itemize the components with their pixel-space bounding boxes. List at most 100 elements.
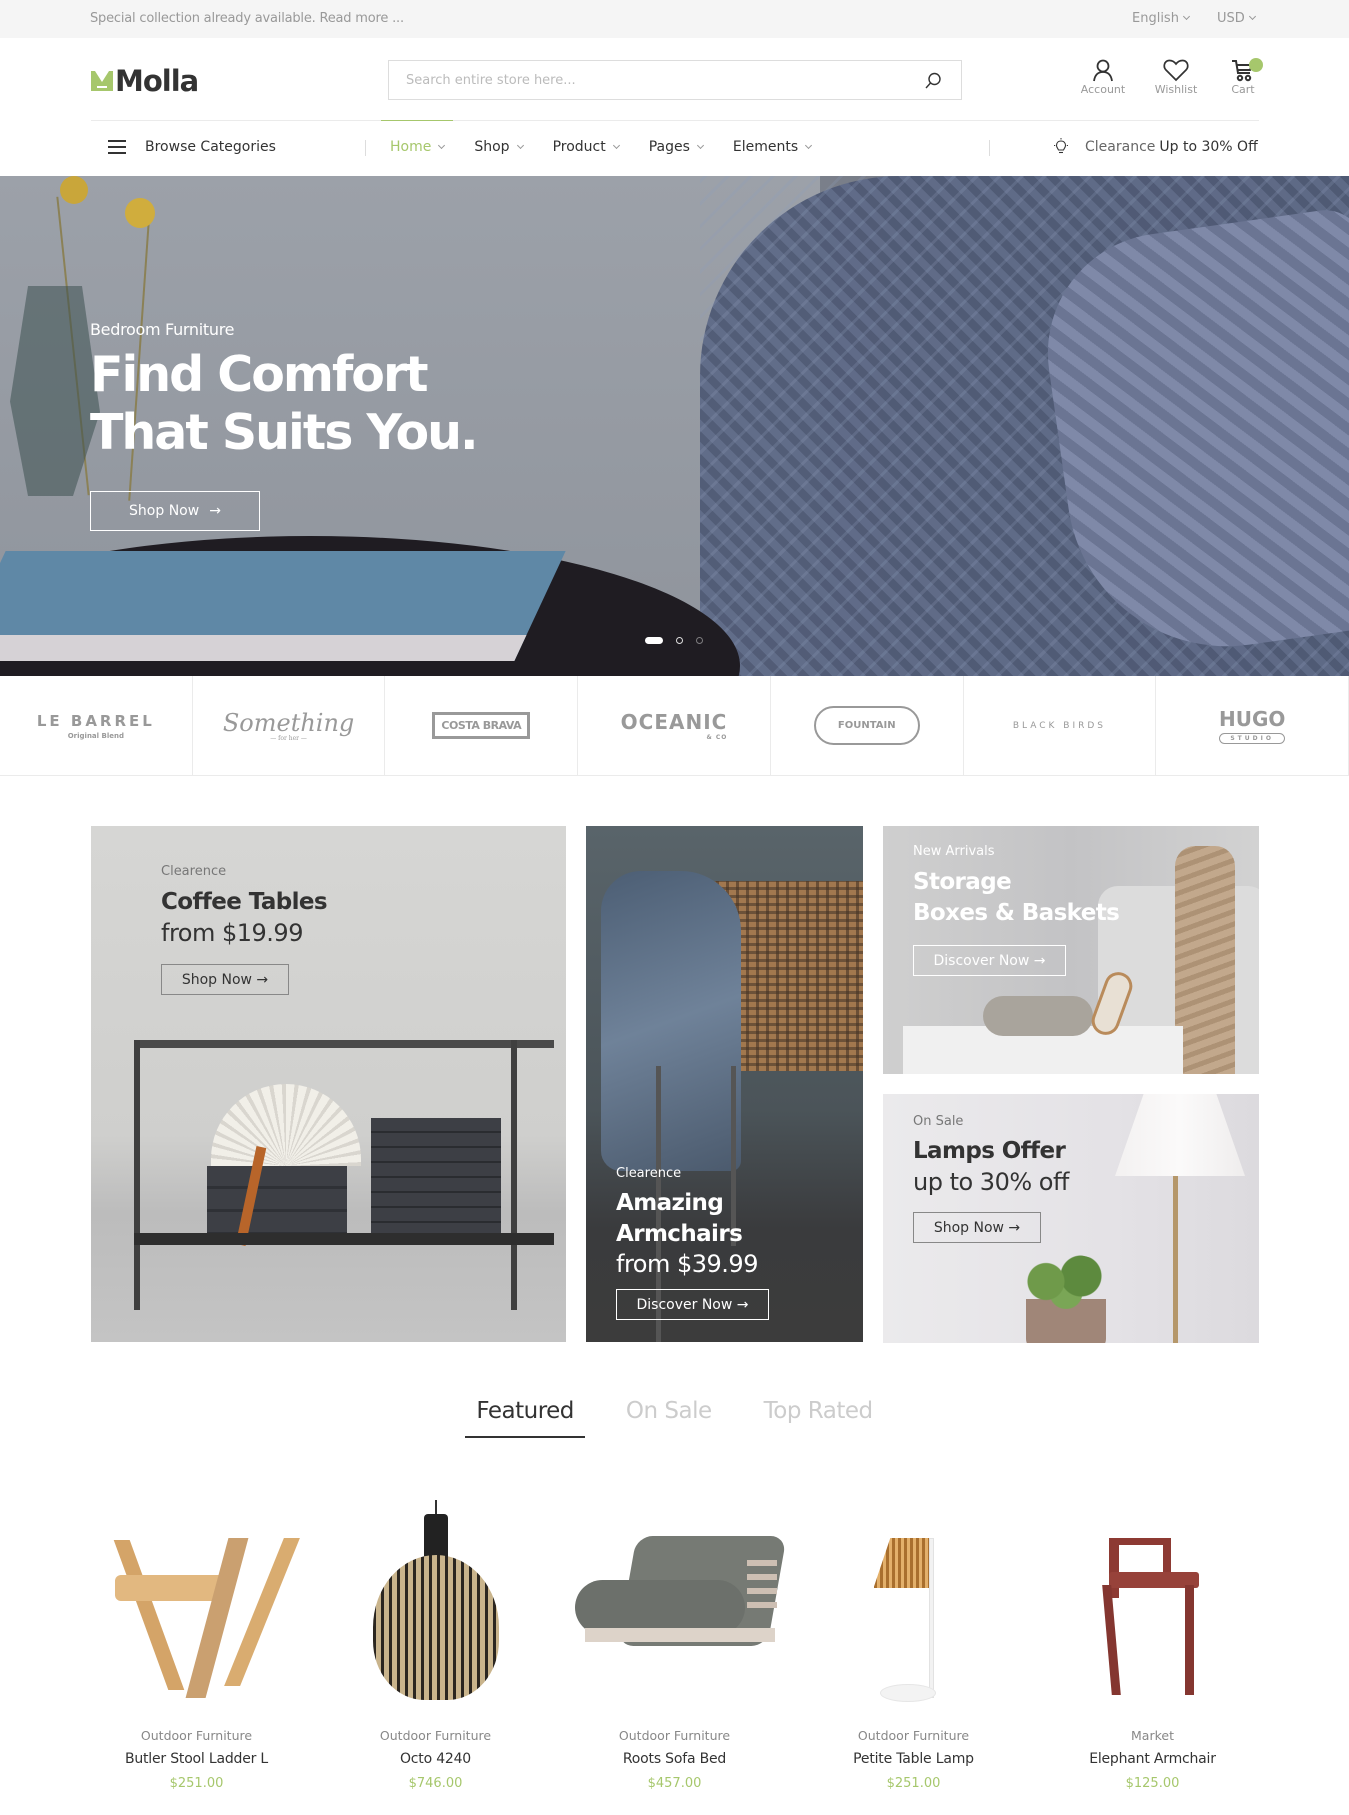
- search-icon: [925, 72, 941, 89]
- brand-logo-hugo[interactable]: HUGO STUDIO: [1156, 676, 1349, 775]
- sofa-slat: [746, 1560, 777, 1566]
- product-name[interactable]: Roots Sofa Bed: [555, 1751, 794, 1767]
- product-price: $457.00: [647, 1776, 702, 1791]
- product-category[interactable]: Outdoor Furniture: [794, 1728, 1033, 1743]
- search-input[interactable]: [389, 61, 909, 99]
- browse-categories-button[interactable]: Browse Categories: [108, 139, 276, 155]
- product-image[interactable]: [1045, 1500, 1261, 1702]
- slider-dot[interactable]: [645, 637, 663, 644]
- sofa-slat: [746, 1574, 777, 1580]
- banner-coffee-tables[interactable]: Clearence Coffee Tables from $19.99 Shop…: [91, 826, 566, 1342]
- banner-storage[interactable]: New Arrivals Storage Boxes & Baskets Dis…: [883, 826, 1259, 1074]
- product-image[interactable]: [567, 1500, 787, 1702]
- slider-dot[interactable]: [696, 637, 703, 644]
- towel-decoration: [1175, 846, 1235, 1074]
- nav-item-shop[interactable]: Shop: [465, 121, 531, 176]
- banner-discover-now-button[interactable]: Discover Now →: [913, 945, 1066, 976]
- lamp-pole-decoration: [1173, 1176, 1178, 1343]
- brand-logo-costa-brava[interactable]: COSTA BRAVA: [385, 676, 579, 775]
- brand-logo-black-birds[interactable]: BLACK BIRDS: [964, 676, 1157, 775]
- banner-title: Storage Boxes & Baskets: [913, 867, 1120, 929]
- chevron-down-icon: [1248, 12, 1256, 21]
- brand-logo-something[interactable]: Something — for her —: [193, 676, 386, 775]
- product-card[interactable]: Outdoor Furniture Roots Sofa Bed $457.00: [555, 1500, 794, 1791]
- cart-button[interactable]: Cart: [1213, 58, 1273, 96]
- nav-item-pages[interactable]: Pages: [640, 121, 712, 176]
- banner-shop-now-button[interactable]: Shop Now →: [913, 1212, 1041, 1243]
- brand-logo-oceanic[interactable]: OCEANIC & CO: [578, 676, 771, 775]
- hero-title: Find Comfort That Suits You.: [90, 346, 479, 462]
- brand-name: FOUNTAIN: [813, 706, 920, 745]
- nav-item-label: Product: [552, 139, 606, 155]
- chair-leg: [1101, 1585, 1121, 1695]
- nav-divider: [365, 140, 366, 156]
- rolled-towel-decoration: [983, 996, 1093, 1036]
- brand-name: BLACK BIRDS: [1012, 720, 1107, 731]
- book-decoration: [0, 551, 566, 661]
- tab-featured[interactable]: Featured: [465, 1398, 585, 1438]
- lamp-shade-decoration: [1115, 1094, 1245, 1176]
- product-price: $251.00: [169, 1776, 224, 1791]
- plant-decoration: [1016, 1254, 1116, 1309]
- nav-item-label: Pages: [648, 139, 690, 155]
- nav-item-home[interactable]: Home: [381, 120, 454, 176]
- brand-tagline: Original Blend: [67, 731, 124, 740]
- banner-shop-now-button[interactable]: Shop Now →: [161, 964, 289, 995]
- banner-armchairs[interactable]: Clearence Amazing Armchairs from $39.99 …: [586, 826, 863, 1342]
- banner-title-line: Amazing: [616, 1190, 724, 1216]
- chevron-down-icon: [696, 141, 704, 150]
- product-name[interactable]: Petite Table Lamp: [794, 1751, 1033, 1767]
- slider-dot[interactable]: [676, 637, 683, 644]
- product-image[interactable]: [89, 1500, 305, 1702]
- currency-selector[interactable]: USD: [1217, 11, 1256, 26]
- product-name[interactable]: Elephant Armchair: [1033, 1751, 1272, 1767]
- banner-lamps[interactable]: On Sale Lamps Offer up to 30% off Shop N…: [883, 1094, 1259, 1343]
- nav-item-label: Home: [390, 139, 432, 155]
- search-box: [388, 60, 962, 100]
- hero-button-label: Shop Now: [129, 503, 200, 519]
- product-image[interactable]: [328, 1500, 544, 1702]
- sofa-slat: [746, 1588, 777, 1594]
- product-category[interactable]: Outdoor Furniture: [316, 1728, 555, 1743]
- brand-name: HUGO: [1218, 707, 1286, 731]
- language-label: English: [1132, 11, 1179, 26]
- logo[interactable]: Molla: [91, 64, 199, 98]
- banner-title-line: Boxes & Baskets: [913, 900, 1120, 926]
- user-icon: [1093, 59, 1113, 82]
- product-card[interactable]: Outdoor Furniture Butler Stool Ladder L …: [77, 1500, 316, 1791]
- product-name[interactable]: Butler Stool Ladder L: [77, 1751, 316, 1767]
- product-category[interactable]: Outdoor Furniture: [77, 1728, 316, 1743]
- nav-item-product[interactable]: Product: [544, 121, 628, 176]
- product-category[interactable]: Market: [1033, 1728, 1272, 1743]
- brand-logo-fountain[interactable]: FOUNTAIN: [771, 676, 964, 775]
- banner-price: from $19.99: [161, 919, 303, 947]
- product-card[interactable]: Outdoor Furniture Octo 4240 $746.00: [316, 1500, 555, 1791]
- hero-shop-now-button[interactable]: Shop Now →: [90, 491, 260, 531]
- brand-logo-le-barrel[interactable]: LE BARREL Original Blend: [0, 676, 193, 775]
- banner-discover-now-button[interactable]: Discover Now →: [616, 1289, 769, 1320]
- nav-item-elements[interactable]: Elements: [724, 121, 820, 176]
- tab-top-rated[interactable]: Top Rated: [753, 1398, 884, 1438]
- product-card[interactable]: Market Elephant Armchair $125.00: [1033, 1500, 1272, 1791]
- product-image[interactable]: [806, 1500, 1022, 1702]
- account-button[interactable]: Account: [1073, 58, 1133, 96]
- wishlist-button[interactable]: Wishlist: [1146, 58, 1206, 96]
- search-button[interactable]: [923, 71, 943, 91]
- tab-on-sale[interactable]: On Sale: [615, 1398, 723, 1438]
- clearance-link[interactable]: Clearance Up to 30% Off: [1053, 138, 1258, 156]
- top-bar: Special collection already available. Re…: [0, 0, 1349, 38]
- stool-seat: [114, 1575, 225, 1601]
- hero-subtitle: Bedroom Furniture: [90, 320, 235, 339]
- promo-link[interactable]: Special collection already available. Re…: [90, 11, 404, 26]
- product-category[interactable]: Outdoor Furniture: [555, 1728, 794, 1743]
- banner-subtitle: Clearence: [616, 1166, 682, 1181]
- chevron-down-icon: [612, 141, 620, 150]
- banner-price: up to 30% off: [913, 1168, 1069, 1196]
- logo-text: Molla: [115, 64, 199, 98]
- product-list: Outdoor Furniture Butler Stool Ladder L …: [77, 1500, 1272, 1791]
- arrow-right-icon: →: [209, 503, 221, 519]
- chair-arm: [1162, 1538, 1171, 1574]
- product-card[interactable]: Outdoor Furniture Petite Table Lamp $251…: [794, 1500, 1033, 1791]
- product-name[interactable]: Octo 4240: [316, 1751, 555, 1767]
- language-selector[interactable]: English: [1132, 11, 1190, 26]
